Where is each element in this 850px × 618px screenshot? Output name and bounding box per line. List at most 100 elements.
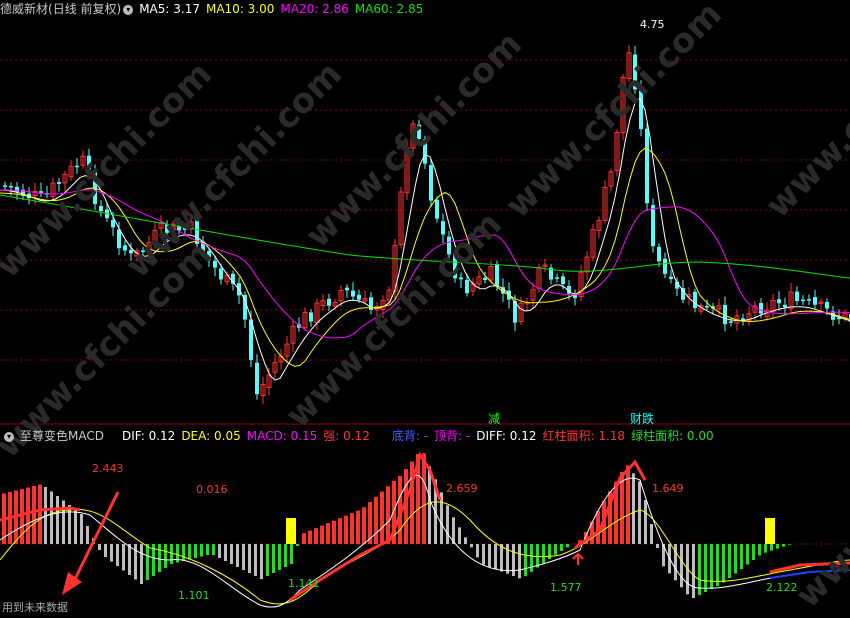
macd-bar	[764, 544, 767, 553]
macd-bar-gray	[650, 524, 653, 544]
candle-body	[483, 277, 487, 281]
candle-body	[435, 199, 439, 219]
candle-body	[255, 362, 259, 395]
candle-body	[795, 291, 799, 302]
red-area-value: 红柱面积: 1.18	[542, 429, 626, 443]
macd-bar	[110, 544, 113, 562]
macd-bar	[284, 544, 287, 567]
macd-panel-header: ▾ 至尊变色MACD DIF: 0.12 DEA: 0.05 MACD: 0.15 强: …	[0, 427, 850, 445]
candle-body	[705, 306, 709, 308]
bottom-divergence: 底背: -	[391, 429, 429, 443]
candle-body	[465, 279, 469, 294]
strong-value: 强: 0.12	[323, 429, 370, 443]
candle-body	[555, 277, 559, 279]
macd-bar-gray	[86, 526, 89, 544]
macd-bar	[476, 544, 479, 558]
red-arrow-icon	[70, 491, 120, 586]
candle-body	[681, 288, 685, 300]
macd-bar-red	[620, 472, 624, 544]
settings-gear-icon[interactable]: ▾	[123, 4, 134, 15]
ma5-value: MA5: 3.17	[139, 2, 200, 16]
price-panel-header: 德威新材(日线 前复权) ▾ MA5: 3.17 MA10: 3.00 MA20: 2.…	[0, 0, 850, 18]
macd-label: 1.577	[550, 581, 582, 594]
macd-bar	[566, 544, 569, 548]
macd-bar	[788, 544, 791, 545]
macd-bar	[692, 544, 695, 598]
macd-bar-gray	[440, 492, 443, 544]
macd-bar-gray	[80, 514, 83, 544]
macd-bar-red	[38, 484, 42, 544]
macd-bar	[182, 544, 185, 561]
macd-label: 0.016	[196, 483, 228, 496]
candle-body	[9, 185, 13, 188]
peak-price-label: 4.75	[640, 18, 665, 31]
macd-bar-gray	[464, 537, 467, 544]
macd-bar-red	[386, 486, 390, 544]
macd-bar	[680, 544, 683, 588]
macd-bar	[698, 544, 701, 595]
macd-yellow-bar	[765, 518, 775, 544]
macd-value: MACD: 0.15	[246, 429, 318, 443]
candle-body	[759, 303, 763, 314]
macd-bar-red	[332, 520, 336, 544]
caidie-marker: 财跌	[630, 412, 655, 426]
macd-bar	[740, 544, 743, 569]
stock-name[interactable]: 德威新材(日线 前复权)	[0, 2, 121, 16]
macd-label: 1.101	[178, 589, 210, 602]
macd-bar	[260, 544, 263, 579]
candle-body	[357, 294, 361, 300]
macd-bar-red	[302, 533, 306, 544]
macd-label: 1.649	[652, 482, 684, 495]
macd-bar	[212, 544, 215, 555]
macd-bar	[494, 544, 497, 570]
chart-window: www.cfchi.com www.cfchi.com www.cfchi.co…	[0, 0, 850, 618]
macd-bar-gray	[446, 505, 449, 544]
macd-bar	[488, 544, 491, 567]
candle-body	[825, 301, 829, 309]
settings-gear-icon[interactable]: ▾	[4, 431, 14, 442]
macd-bar	[524, 544, 527, 577]
candle-body	[99, 205, 103, 212]
macd-bar-red	[314, 528, 318, 544]
candle-body	[813, 296, 817, 305]
macd-bar	[278, 544, 281, 570]
macd-bar	[482, 544, 485, 565]
macd-bar	[728, 544, 731, 578]
dif-value: DIF: 0.12	[121, 429, 176, 443]
macd-bar	[542, 544, 545, 564]
macd-bar	[116, 544, 119, 566]
macd-bar	[98, 544, 101, 550]
macd-bar-red	[626, 465, 630, 544]
candle-body	[693, 291, 697, 309]
candle-body	[663, 258, 667, 274]
dea-value: DEA: 0.05	[181, 429, 241, 443]
candle-body	[219, 268, 223, 280]
macd-bar-red	[338, 518, 342, 544]
indicator-name[interactable]: 至尊变色MACD	[20, 429, 104, 443]
macd-label: 2.122	[766, 581, 798, 594]
macd-bar	[164, 544, 167, 568]
macd-bar-red	[32, 486, 36, 544]
macd-bar	[500, 544, 503, 572]
macd-bar	[194, 544, 197, 558]
macd-bar-red	[344, 515, 348, 544]
candle-body	[729, 321, 733, 323]
macd-bar-gray	[68, 505, 71, 544]
macd-bar	[752, 544, 755, 560]
ma60-value: MA60: 2.85	[354, 2, 424, 16]
macd-bar	[236, 544, 239, 567]
macd-bar	[206, 544, 209, 555]
macd-bar-gray	[50, 491, 53, 544]
macd-bar	[716, 544, 719, 586]
macd-bar	[200, 544, 203, 557]
macd-bar-gray	[638, 481, 641, 544]
macd-bar	[776, 544, 779, 549]
macd-bar-gray	[56, 496, 59, 544]
macd-bar	[746, 544, 749, 565]
macd-bar	[554, 544, 557, 555]
macd-bar-gray	[458, 527, 461, 544]
macd-bar	[128, 544, 131, 575]
candle-body	[351, 290, 355, 297]
macd-bar-red	[374, 496, 378, 544]
macd-bar	[536, 544, 539, 568]
